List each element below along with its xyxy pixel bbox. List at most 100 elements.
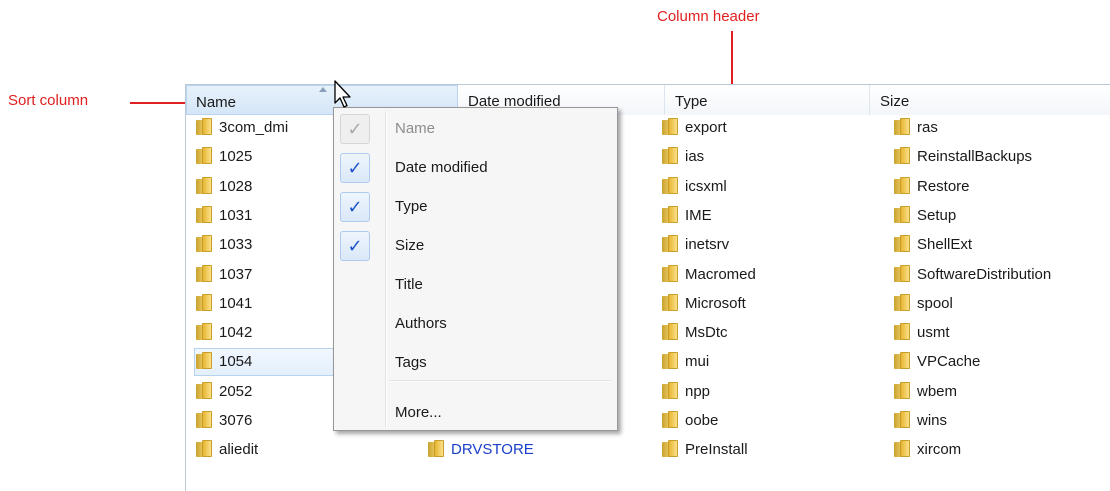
folder-item[interactable]: 2052 xyxy=(196,379,252,405)
folder-icon xyxy=(662,352,678,369)
folder-item[interactable]: Macromed xyxy=(662,262,756,288)
folder-item[interactable]: VPCache xyxy=(894,349,980,375)
folder-item[interactable]: wins xyxy=(894,408,947,434)
folder-item[interactable]: icsxml xyxy=(662,174,727,200)
folder-item[interactable]: ShellExt xyxy=(894,232,972,258)
folder-name: xircom xyxy=(917,441,962,458)
folder-item[interactable]: PreInstall xyxy=(662,437,748,463)
folder-item[interactable]: 1041 xyxy=(196,291,252,317)
folder-name: 3com_dmi xyxy=(219,119,289,136)
folder-item[interactable]: inetsrv xyxy=(662,232,729,258)
folder-name: MsDtc xyxy=(685,324,728,341)
menu-item-label: Authors xyxy=(395,315,447,332)
folder-name: wbem xyxy=(917,383,958,400)
folder-item[interactable]: export xyxy=(662,115,727,141)
folder-icon xyxy=(662,411,678,428)
folder-item[interactable]: spool xyxy=(894,291,953,317)
folder-name: wins xyxy=(917,412,948,429)
folder-item[interactable]: SoftwareDistribution xyxy=(894,262,1051,288)
folder-name: ias xyxy=(685,148,705,165)
folder-item[interactable]: Restore xyxy=(894,174,970,200)
menu-item-tags[interactable]: Tags xyxy=(337,345,613,381)
folder-item[interactable]: 1042 xyxy=(196,320,252,346)
folder-icon xyxy=(894,235,910,252)
folder-icon xyxy=(894,440,910,457)
column-header-label: Name xyxy=(196,94,237,111)
column-header-size[interactable]: Size xyxy=(870,85,1110,115)
folder-name: 1037 xyxy=(219,266,253,283)
folder-name: 1031 xyxy=(219,207,253,224)
folder-item[interactable]: 3com_dmi xyxy=(196,115,288,141)
menu-item-label: Title xyxy=(395,276,423,293)
folder-icon xyxy=(196,382,212,399)
folder-icon xyxy=(894,147,910,164)
folder-item[interactable]: IME xyxy=(662,203,712,229)
folder-name: Microsoft xyxy=(685,295,746,312)
folder-item[interactable]: 1031 xyxy=(196,203,252,229)
folder-item[interactable]: xircom xyxy=(894,437,961,463)
menu-item-type[interactable]: ✓ Type xyxy=(337,189,613,225)
folder-item[interactable]: DRVSTORE xyxy=(428,437,534,463)
folder-item[interactable]: 1037 xyxy=(196,262,252,288)
sort-ascending-icon xyxy=(319,87,327,92)
folder-name: 1041 xyxy=(219,295,253,312)
menu-item-label: More... xyxy=(395,404,442,421)
menu-item-label: Size xyxy=(395,237,425,254)
folder-name: 1042 xyxy=(219,324,253,341)
folder-icon xyxy=(662,382,678,399)
folder-icon xyxy=(662,206,678,223)
folder-name: Restore xyxy=(917,178,970,195)
folder-name: ReinstallBackups xyxy=(917,148,1033,165)
folder-icon xyxy=(662,235,678,252)
folder-name: ShellExt xyxy=(917,236,973,253)
file-list-view[interactable]: Name Date modified Type Size 3com_dmi 102… xyxy=(185,84,1110,491)
column-header-row: Name Date modified Type Size xyxy=(186,85,1110,115)
folder-name: 1025 xyxy=(219,148,253,165)
folder-item[interactable]: mui xyxy=(662,349,709,375)
checkmark-icon: ✓ xyxy=(340,231,370,261)
folder-name: VPCache xyxy=(917,353,981,370)
folder-icon xyxy=(196,294,212,311)
folder-item[interactable]: 3076 xyxy=(196,408,252,434)
folder-item[interactable]: wbem xyxy=(894,379,957,405)
column-chooser-menu: ✓ Name ✓ Date modified ✓ Type ✓ Size Title Author… xyxy=(333,107,618,431)
folder-name: npp xyxy=(685,383,711,400)
menu-item-size[interactable]: ✓ Size xyxy=(337,228,613,264)
folder-item[interactable]: Microsoft xyxy=(662,291,746,317)
folder-item[interactable]: npp xyxy=(662,379,710,405)
folder-item[interactable]: oobe xyxy=(662,408,718,434)
folder-icon xyxy=(894,323,910,340)
folder-icon xyxy=(196,411,212,428)
menu-item-date-modified[interactable]: ✓ Date modified xyxy=(337,150,613,186)
folder-icon xyxy=(662,147,678,164)
folder-name: 1054 xyxy=(219,353,253,370)
folder-icon xyxy=(894,382,910,399)
folder-name: export xyxy=(685,119,727,136)
menu-item-authors[interactable]: Authors xyxy=(337,306,613,342)
folder-name: Setup xyxy=(917,207,957,224)
folder-name: inetsrv xyxy=(685,236,730,253)
folder-item[interactable]: 1025 xyxy=(196,144,252,170)
folder-icon xyxy=(196,235,212,252)
folder-item[interactable]: Setup xyxy=(894,203,956,229)
column-header-type[interactable]: Type xyxy=(665,85,870,115)
menu-item-more[interactable]: More... xyxy=(337,395,613,431)
folder-item[interactable]: MsDtc xyxy=(662,320,728,346)
folder-icon xyxy=(894,177,910,194)
folder-item[interactable]: 1028 xyxy=(196,174,252,200)
folder-name: ras xyxy=(917,119,938,136)
menu-item-title[interactable]: Title xyxy=(337,267,613,303)
folder-icon xyxy=(196,440,212,457)
folder-item[interactable]: usmt xyxy=(894,320,950,346)
folder-name: 1028 xyxy=(219,178,253,195)
folder-item[interactable]: aliedit xyxy=(196,437,258,463)
folder-item[interactable]: 1033 xyxy=(196,232,252,258)
folder-name: IME xyxy=(685,207,712,224)
folder-item[interactable]: ReinstallBackups xyxy=(894,144,1032,170)
folder-item[interactable]: ras xyxy=(894,115,938,141)
folder-item[interactable]: ias xyxy=(662,144,704,170)
menu-item-label: Name xyxy=(395,120,436,137)
folder-icon xyxy=(894,118,910,135)
folder-icon xyxy=(196,352,212,369)
checkmark-icon: ✓ xyxy=(340,192,370,222)
